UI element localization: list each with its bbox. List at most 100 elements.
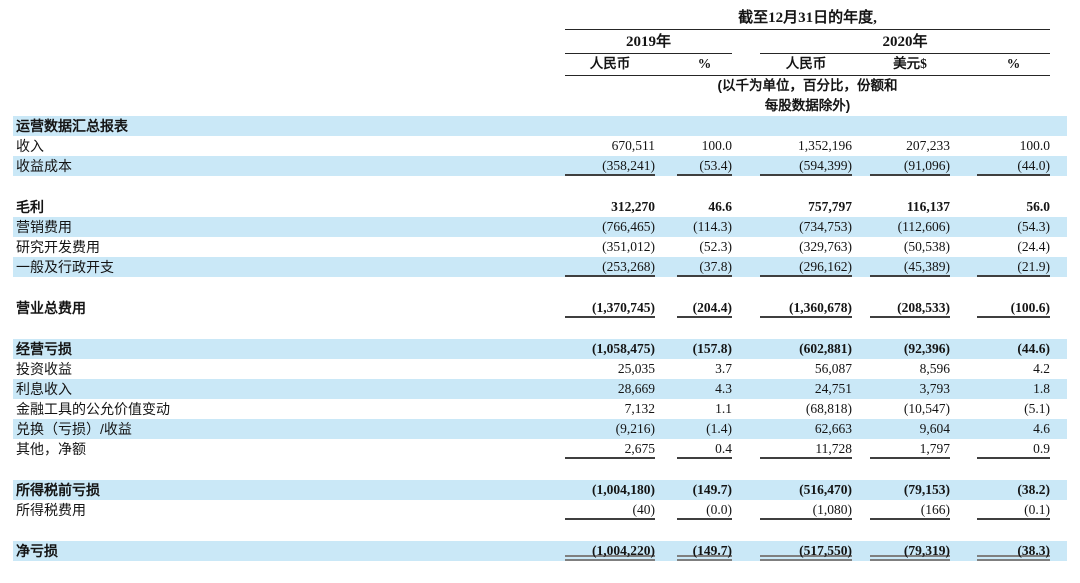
value-cell: 1,352,196 — [760, 136, 852, 156]
row-label: 毛利 — [13, 197, 565, 217]
table-row: 经营亏损(1,058,475)(157.8)(602,881)(92,396)(… — [13, 339, 1067, 359]
section-gap — [13, 176, 1067, 197]
value-cell: (204.4) — [677, 298, 732, 318]
row-label: 所得税前亏损 — [13, 480, 565, 500]
row-label: 利息收入 — [13, 379, 565, 399]
value-cell: (734,753) — [760, 217, 852, 237]
value-cell: (149.7) — [677, 480, 732, 500]
row-label: 运营数据汇总报表 — [13, 116, 565, 136]
value-cell: (0.1) — [977, 500, 1050, 520]
units-note-row-2: 每股数据除外) — [13, 96, 1067, 116]
table-row: 研究开发费用(351,012)(52.3)(329,763)(50,538)(2… — [13, 237, 1067, 257]
units-note-line-2: 每股数据除外) — [565, 96, 1050, 116]
value-cell: (157.8) — [677, 339, 732, 359]
units-note-line-1: (以千为单位，百分比，份额和 — [565, 76, 1050, 96]
value-cell: 100.0 — [977, 136, 1050, 156]
value-cell: (516,470) — [760, 480, 852, 500]
value-cell: 100.0 — [677, 136, 732, 156]
value-cell: (351,012) — [565, 237, 655, 257]
value-cell: (1,360,678) — [760, 298, 852, 318]
units-note-row-1: (以千为单位，百分比，份额和 — [13, 76, 1067, 96]
value-cell: 3,793 — [870, 379, 950, 399]
column-header-row: 人民币%人民币美元$% — [13, 54, 1067, 76]
table-row: 毛利312,27046.6757,797116,13756.0 — [13, 197, 1067, 217]
period-title: 截至12月31日的年度, — [565, 7, 1050, 30]
value-cell: (517,550) — [760, 541, 852, 561]
value-cell: (1,004,220) — [565, 541, 655, 561]
row-label: 营销费用 — [13, 217, 565, 237]
value-cell — [870, 116, 950, 136]
value-cell: 7,132 — [565, 399, 655, 419]
table-row: 净亏损(1,004,220) (149.7) (517,550) (79,319) (3… — [13, 541, 1067, 561]
value-cell: (79,319) — [870, 541, 950, 561]
row-label: 净亏损 — [13, 541, 565, 561]
period-header-row: 截至12月31日的年度, — [13, 7, 1067, 30]
value-cell: 56.0 — [977, 197, 1050, 217]
value-cell: 25,035 — [565, 359, 655, 379]
value-cell — [977, 116, 1050, 136]
row-label: 投资收益 — [13, 359, 565, 379]
value-cell: (100.6) — [977, 298, 1050, 318]
table-row: 营业总费用(1,370,745)(204.4)(1,360,678)(208,5… — [13, 298, 1067, 318]
value-cell: (38.3) — [977, 541, 1050, 561]
value-cell: 46.6 — [677, 197, 732, 217]
value-cell: (1,058,475) — [565, 339, 655, 359]
value-cell: 56,087 — [760, 359, 852, 379]
table-row: 金融工具的公允价值变动7,1321.1(68,818)(10,547)(5.1) — [13, 399, 1067, 419]
value-cell: 62,663 — [760, 419, 852, 439]
table-row: 所得税前亏损(1,004,180) (149.7) (516,470) (79,153… — [13, 480, 1067, 500]
value-cell: 207,233 — [870, 136, 950, 156]
value-cell: (1,370,745) — [565, 298, 655, 318]
row-label: 研究开发费用 — [13, 237, 565, 257]
value-cell: (114.3) — [677, 217, 732, 237]
column-header: 美元$ — [870, 54, 950, 75]
value-cell: (358,241) — [565, 156, 655, 176]
value-cell: 4.2 — [977, 359, 1050, 379]
value-cell: 24,751 — [760, 379, 852, 399]
table-row: 收益成本(358,241)(53.4)(594,399)(91,096)(44.… — [13, 156, 1067, 176]
row-label: 金融工具的公允价值变动 — [13, 399, 565, 419]
table-body: 运营数据汇总报表收入670,511 100.0 1,352,196 207,233 10… — [13, 116, 1067, 561]
value-cell: (594,399) — [760, 156, 852, 176]
row-label: 收入 — [13, 136, 565, 156]
value-cell: 0.4 — [677, 439, 732, 459]
value-cell: (253,268) — [565, 257, 655, 277]
value-cell: 0.9 — [977, 439, 1050, 459]
value-cell: 3.7 — [677, 359, 732, 379]
value-cell: (79,153) — [870, 480, 950, 500]
value-cell: (1,004,180) — [565, 480, 655, 500]
value-cell: (5.1) — [977, 399, 1050, 419]
value-cell: 116,137 — [870, 197, 950, 217]
value-cell: (1.4) — [677, 419, 732, 439]
year-2020-header: 2020年 — [760, 30, 1050, 54]
value-cell: (1,080) — [760, 500, 852, 520]
value-cell: 28,669 — [565, 379, 655, 399]
value-cell: 757,797 — [760, 197, 852, 217]
column-header: % — [977, 54, 1050, 75]
section-gap — [13, 459, 1067, 480]
row-label: 兑换（亏损）/收益 — [13, 419, 565, 439]
section-gap — [13, 520, 1067, 541]
value-cell: (0.0) — [677, 500, 732, 520]
value-cell: (112,606) — [870, 217, 950, 237]
value-cell: (766,465) — [565, 217, 655, 237]
section-gap — [13, 318, 1067, 339]
table-row: 一般及行政开支(253,268)(37.8)(296,162)(45,389)(… — [13, 257, 1067, 277]
value-cell: (68,818) — [760, 399, 852, 419]
value-cell: (602,881) — [760, 339, 852, 359]
value-cell: 1.8 — [977, 379, 1050, 399]
value-cell: (166) — [870, 500, 950, 520]
value-cell: 2,675 — [565, 439, 655, 459]
value-cell: (149.7) — [677, 541, 732, 561]
value-cell: 4.3 — [677, 379, 732, 399]
table-row: 运营数据汇总报表 — [13, 116, 1067, 136]
value-cell: 4.6 — [977, 419, 1050, 439]
section-gap — [13, 277, 1067, 298]
value-cell: 670,511 — [565, 136, 655, 156]
value-cell: (37.8) — [677, 257, 732, 277]
row-label: 所得税费用 — [13, 500, 565, 520]
row-label: 一般及行政开支 — [13, 257, 565, 277]
value-cell: (24.4) — [977, 237, 1050, 257]
value-cell: 11,728 — [760, 439, 852, 459]
value-cell: (44.6) — [977, 339, 1050, 359]
